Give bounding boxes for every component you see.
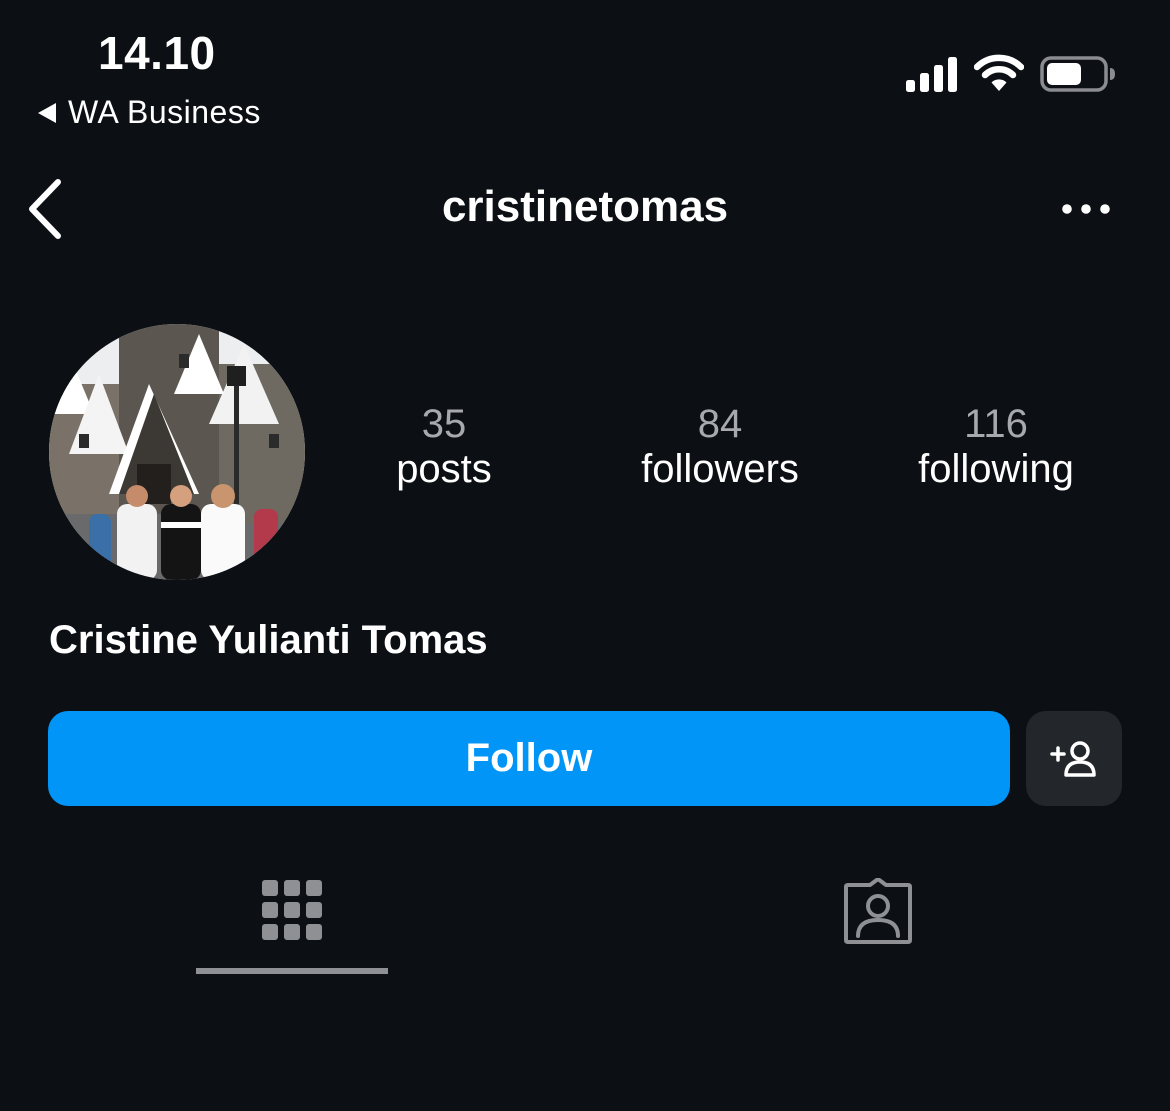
wifi-icon: [974, 54, 1024, 91]
signal-icon: [906, 57, 957, 92]
followers-count: 84: [697, 402, 743, 446]
followers-label: followers: [641, 446, 799, 491]
tagged-person-icon: [844, 878, 912, 944]
back-to-app-link[interactable]: WA Business: [38, 94, 261, 131]
tab-posts-grid[interactable]: [196, 860, 388, 976]
following-label: following: [918, 446, 1074, 491]
more-horizontal-icon[interactable]: [1060, 198, 1112, 220]
stat-followers[interactable]: 84 followers: [600, 402, 840, 492]
posts-count: 35: [421, 402, 467, 446]
tab-tagged[interactable]: [780, 860, 976, 976]
stat-posts[interactable]: 35 posts: [324, 402, 564, 492]
stat-following[interactable]: 116 following: [876, 402, 1116, 492]
following-count: 116: [964, 402, 1028, 446]
back-app-label: WA Business: [68, 94, 261, 130]
posts-label: posts: [396, 446, 492, 491]
suggested-accounts-button[interactable]: [1026, 711, 1122, 806]
profile-username: cristinetomas: [441, 182, 729, 231]
profile-avatar[interactable]: [49, 324, 305, 580]
display-name: Cristine Yulianti Tomas: [49, 618, 488, 662]
grid-icon: [262, 880, 322, 940]
back-triangle-icon: [38, 102, 56, 123]
follow-button[interactable]: Follow: [48, 711, 1010, 806]
status-time: 14.10: [98, 27, 216, 79]
battery-icon: [1040, 56, 1115, 92]
active-tab-indicator: [196, 968, 388, 974]
add-person-icon: [1050, 740, 1096, 777]
